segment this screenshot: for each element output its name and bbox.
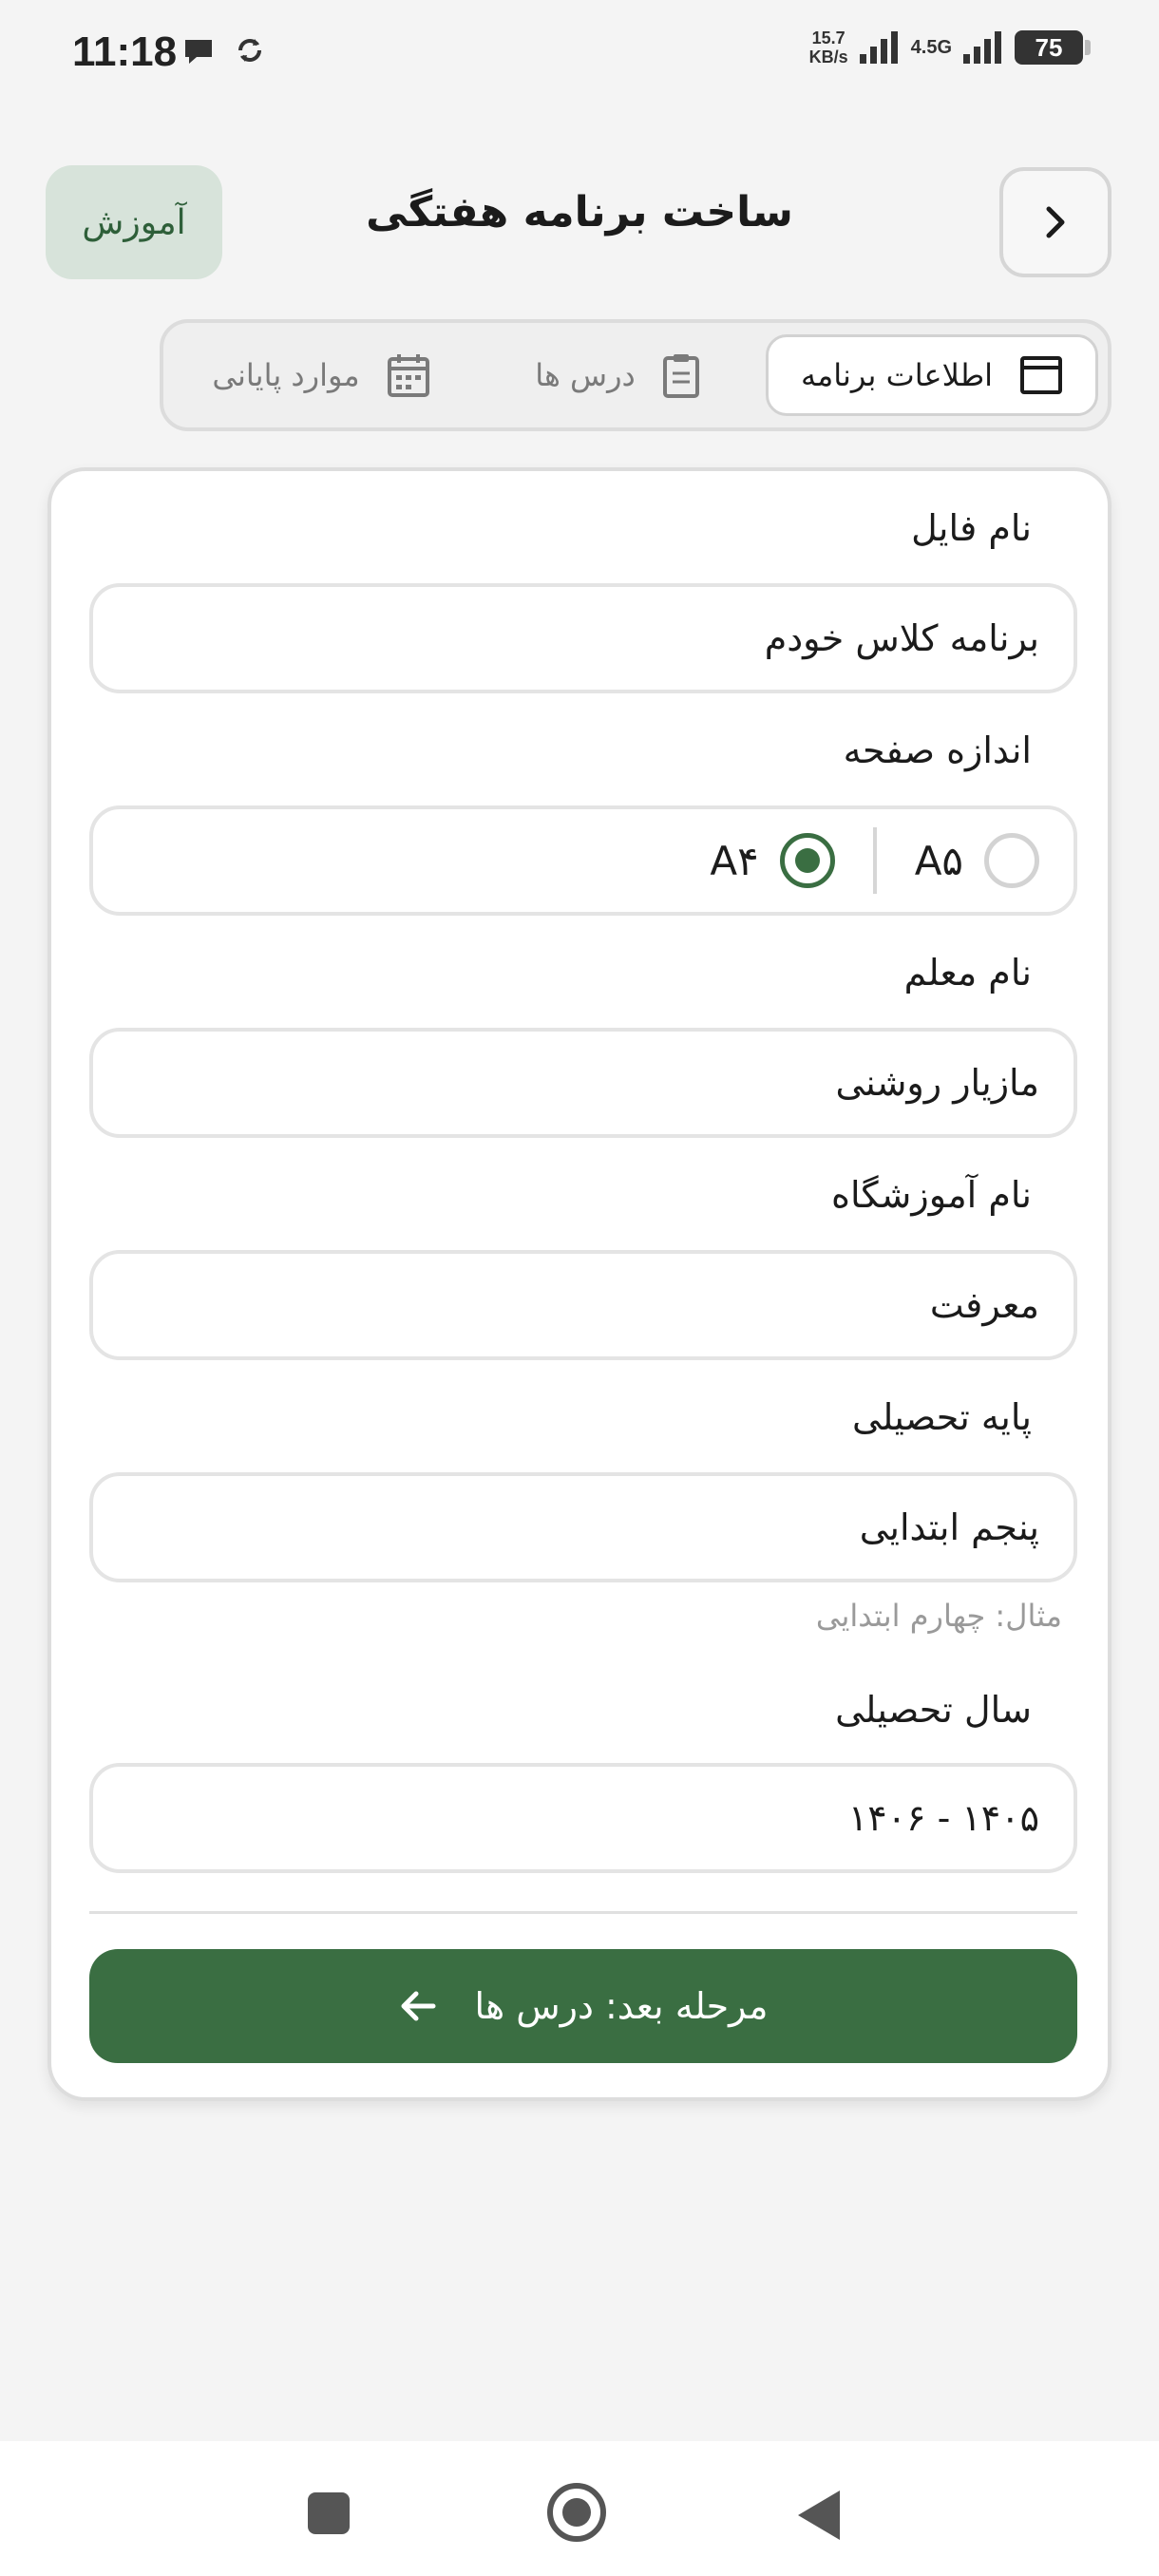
network-speed: 15.7 KB/s [808,28,848,66]
status-bar: 11:18 15.7 KB/s 4.5G 75 [0,0,1159,110]
page-size-label: اندازه صفحه [843,729,1032,771]
file-name-label: نام فایل [911,507,1032,549]
home-button[interactable] [547,2483,606,2542]
chevron-right-icon [1046,206,1065,238]
academic-year-label: سال تحصیلی [835,1689,1032,1731]
network-type: 4.5G [910,36,952,58]
clipboard-icon [662,354,699,398]
teacher-name-input[interactable]: مازیار روشنی [89,1028,1077,1138]
school-name-label: نام آموزشگاه [831,1174,1032,1216]
radio-label-a4: A۴ [710,837,759,884]
battery-indicator: 75 [1015,30,1091,65]
next-step-button[interactable]: مرحله بعد: درس ها [89,1949,1077,2063]
recent-apps-button[interactable] [308,2492,350,2534]
system-nav-bar [0,2441,1159,2576]
grade-label: پایه تحصیلی [852,1396,1032,1438]
status-time: 11:18 [72,28,178,75]
academic-year-input[interactable]: ۱۴۰۵ - ۱۴۰۶ [89,1763,1077,1873]
radio-label-a5: A۵ [914,837,963,884]
sync-icon [238,39,261,62]
radio-option-a5[interactable]: A۵ [915,833,1039,888]
tab-program-info[interactable]: اطلاعات برنامه [766,334,1098,416]
message-icon [185,40,212,64]
tab-label: درس ها [535,357,636,393]
window-icon [1020,356,1063,394]
app-header: آموزش ساخت برنامه هفتگی [0,161,1159,281]
school-name-input[interactable]: معرفت [89,1250,1077,1360]
form-card: نام فایل برنامه کلاس خودم اندازه صفحه A۴… [48,467,1112,2101]
tab-lessons[interactable]: درس ها [469,334,766,416]
step-tabs: اطلاعات برنامه درس ها موارد پایانی [160,319,1112,431]
page-size-radio-group: A۴ A۵ [89,805,1077,916]
tab-label: موارد پایانی [212,357,360,393]
radio-option-a4[interactable]: A۴ [710,833,835,888]
signal-icon-2 [963,31,1001,64]
radio-button-a4[interactable] [779,833,835,888]
grade-input[interactable]: پنجم ابتدایی [89,1472,1077,1582]
back-button[interactable] [999,167,1112,277]
tab-label: اطلاعات برنامه [800,357,994,393]
radio-divider [872,827,877,894]
radio-button-a5[interactable] [984,833,1039,888]
teacher-name-label: نام معلم [903,952,1032,994]
arrow-left-icon [401,1991,436,2021]
system-back-button[interactable] [798,2491,840,2540]
next-step-label: مرحله بعد: درس ها [474,1985,769,2027]
file-name-input[interactable]: برنامه کلاس خودم [89,583,1077,693]
grade-hint: مثال: چهارم ابتدایی [815,1598,1062,1634]
page-title: ساخت برنامه هفتگی [366,188,793,237]
divider [89,1911,1077,1914]
tab-final-items[interactable]: موارد پایانی [173,334,469,416]
signal-icon [859,31,898,64]
calendar-icon [387,354,429,397]
